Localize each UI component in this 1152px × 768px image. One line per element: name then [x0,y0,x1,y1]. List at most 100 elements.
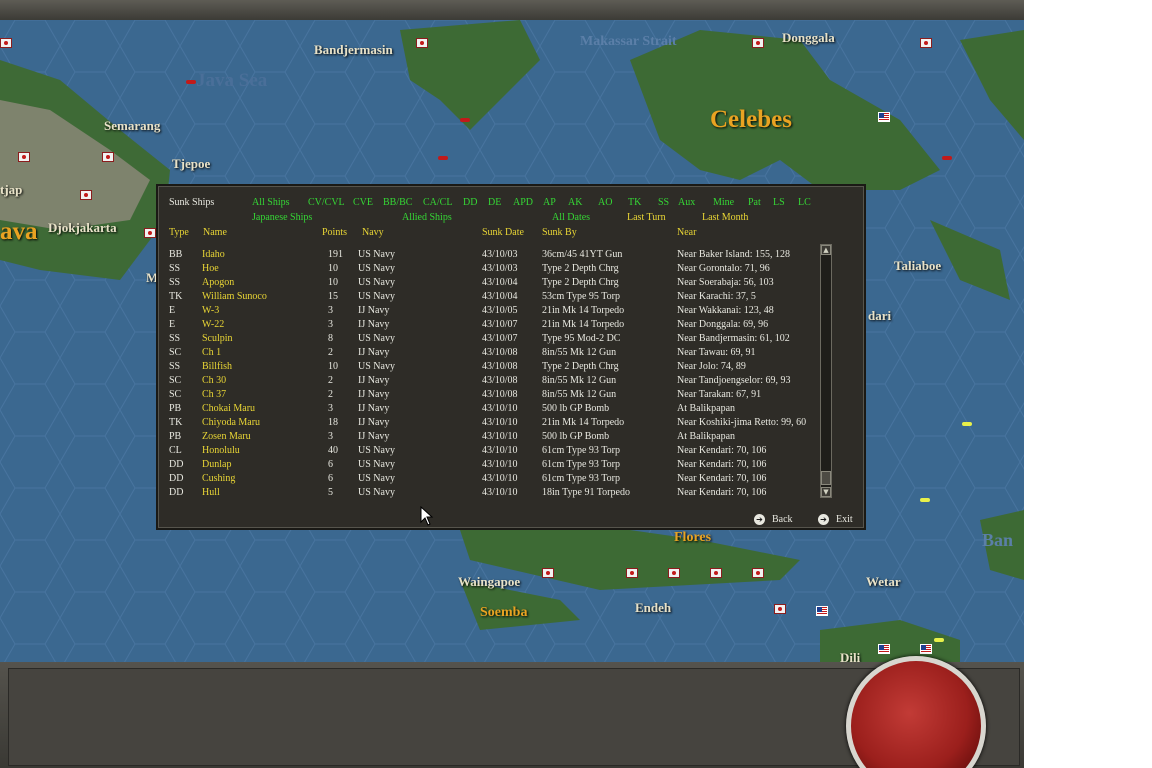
row-ship-name[interactable]: Billfish [202,361,232,373]
air-unit-icon[interactable] [920,498,930,502]
scrollbar-thumb[interactable] [821,471,831,485]
table-row[interactable]: DD Dunlap 6 US Navy 43/10/10 61cm Type 93 Tor… [168,459,818,473]
filter-dd[interactable]: DD [463,197,477,209]
exit-button[interactable]: ➔ Exit [818,514,864,528]
table-row[interactable]: SS Apogon 10 US Navy 43/10/04 Type 2 Depth Ch… [168,277,818,291]
ship-unit-icon[interactable] [942,156,952,160]
filter-all-ships[interactable]: All Ships [252,197,290,209]
table-row[interactable]: TK William Sunoco 15 US Navy 43/10/04 53cm Ty… [168,291,818,305]
allied-base-icon[interactable] [878,644,890,654]
column-header-near[interactable]: Near [677,227,696,239]
allied-base-icon[interactable] [920,644,932,654]
row-ship-name[interactable]: W-22 [202,319,224,331]
japanese-base-icon[interactable] [668,568,680,578]
scroll-up-arrow-icon[interactable]: ▲ [821,245,831,255]
column-header-navy[interactable]: Navy [362,227,384,239]
filter-last-month[interactable]: Last Month [702,212,748,224]
table-scrollbar[interactable]: ▲ ▼ [820,244,832,498]
table-row[interactable]: DD Hull 5 US Navy 43/10/10 18in Type 91 Torpe… [168,487,818,501]
filter-last-turn[interactable]: Last Turn [627,212,666,224]
filter-ap[interactable]: AP [543,197,556,209]
table-row[interactable]: CL Honolulu 40 US Navy 43/10/10 61cm Type 93 … [168,445,818,459]
japanese-base-icon[interactable] [710,568,722,578]
table-row[interactable]: SC Ch 30 2 IJ Navy 43/10/08 8in/55 Mk 12 Gun N… [168,375,818,389]
map-label-wetar: Wetar [866,574,901,589]
japanese-base-icon[interactable] [144,228,156,238]
table-row[interactable]: SS Hoe 10 US Navy 43/10/03 Type 2 Depth Chrg N… [168,263,818,277]
filter-ls[interactable]: LS [773,197,785,209]
filter-japanese-ships[interactable]: Japanese Ships [252,212,312,224]
filter-ca-cl[interactable]: CA/CL [423,197,452,209]
filter-bb-bc[interactable]: BB/BC [383,197,412,209]
column-header-sunk-by[interactable]: Sunk By [542,227,577,239]
table-row[interactable]: E W-3 3 IJ Navy 43/10/05 21in Mk 14 Torpedo Ne… [168,305,818,319]
row-ship-name[interactable]: Hoe [202,263,219,275]
air-unit-icon[interactable] [934,638,944,642]
filter-ss[interactable]: SS [658,197,669,209]
japanese-base-icon[interactable] [774,604,786,614]
air-unit-icon[interactable] [962,422,972,426]
filter-ak[interactable]: AK [568,197,582,209]
row-ship-name[interactable]: William Sunoco [202,291,267,303]
row-ship-name[interactable]: Sculpin [202,333,233,345]
scroll-down-arrow-icon[interactable]: ▼ [821,487,831,497]
table-row[interactable]: TK Chiyoda Maru 18 IJ Navy 43/10/10 21in Mk 1… [168,417,818,431]
filter-allied-ships[interactable]: Allied Ships [402,212,452,224]
filter-cv-cvl[interactable]: CV/CVL [308,197,345,209]
filter-de[interactable]: DE [488,197,501,209]
row-near: Near Jolo: 74, 89 [677,361,746,372]
filter-aux[interactable]: Aux [678,197,695,209]
row-ship-name[interactable]: Idaho [202,249,225,261]
column-header-points[interactable]: Points [322,227,347,239]
table-row[interactable]: BB Idaho 191 US Navy 43/10/03 36cm/45 41YT Gu… [168,249,818,263]
table-row[interactable]: SS Billfish 10 US Navy 43/10/08 Type 2 Depth … [168,361,818,375]
column-header-name[interactable]: Name [203,227,227,239]
japanese-base-icon[interactable] [416,38,428,48]
allied-base-icon[interactable] [816,606,828,616]
filter-lc[interactable]: LC [798,197,811,209]
japanese-base-icon[interactable] [542,568,554,578]
row-ship-name[interactable]: Ch 37 [202,389,226,401]
japanese-base-icon[interactable] [752,38,764,48]
back-button[interactable]: ➔ Back [754,514,804,528]
row-ship-name[interactable]: W-3 [202,305,219,317]
ship-unit-icon[interactable] [460,118,470,122]
column-header-type[interactable]: Type [169,227,189,239]
filter-pat[interactable]: Pat [748,197,761,209]
japanese-base-icon[interactable] [626,568,638,578]
allied-base-icon[interactable] [878,112,890,122]
table-row[interactable]: SC Ch 37 2 IJ Navy 43/10/08 8in/55 Mk 12 Gun N… [168,389,818,403]
ship-unit-icon[interactable] [186,80,196,84]
japanese-base-icon[interactable] [102,152,114,162]
row-ship-name[interactable]: Honolulu [202,445,240,457]
japanese-base-icon[interactable] [920,38,932,48]
row-ship-name[interactable]: Chiyoda Maru [202,417,260,429]
japanese-base-icon[interactable] [80,190,92,200]
japanese-base-icon[interactable] [18,152,30,162]
row-sunk-by: 500 lb GP Bomb [542,403,610,414]
row-ship-name[interactable]: Ch 30 [202,375,226,387]
row-ship-name[interactable]: Cushing [202,473,235,485]
table-row[interactable]: PB Chokai Maru 3 IJ Navy 43/10/10 500 lb GP B… [168,403,818,417]
table-row[interactable]: SS Sculpin 8 US Navy 43/10/07 Type 95 Mod-2 D… [168,333,818,347]
table-row[interactable]: SC Ch 1 2 IJ Navy 43/10/08 8in/55 Mk 12 Gun Ne… [168,347,818,361]
filter-mine[interactable]: Mine [713,197,734,209]
column-header-sunk-date[interactable]: Sunk Date [482,227,524,239]
filter-cve[interactable]: CVE [353,197,373,209]
row-ship-name[interactable]: Chokai Maru [202,403,255,415]
filter-tk[interactable]: TK [628,197,641,209]
filter-all-dates[interactable]: All Dates [552,212,590,224]
table-row[interactable]: PB Zosen Maru 3 IJ Navy 43/10/10 500 lb GP Bo… [168,431,818,445]
ship-unit-icon[interactable] [438,156,448,160]
row-ship-name[interactable]: Zosen Maru [202,431,251,443]
row-ship-name[interactable]: Hull [202,487,220,499]
table-row[interactable]: DD Cushing 6 US Navy 43/10/10 61cm Type 93 To… [168,473,818,487]
japanese-base-icon[interactable] [752,568,764,578]
filter-ao[interactable]: AO [598,197,612,209]
japanese-base-icon[interactable] [0,38,12,48]
row-ship-name[interactable]: Apogon [202,277,234,289]
row-ship-name[interactable]: Ch 1 [202,347,221,359]
row-ship-name[interactable]: Dunlap [202,459,231,471]
table-row[interactable]: E W-22 3 IJ Navy 43/10/07 21in Mk 14 Torpedo N… [168,319,818,333]
filter-apd[interactable]: APD [513,197,533,209]
